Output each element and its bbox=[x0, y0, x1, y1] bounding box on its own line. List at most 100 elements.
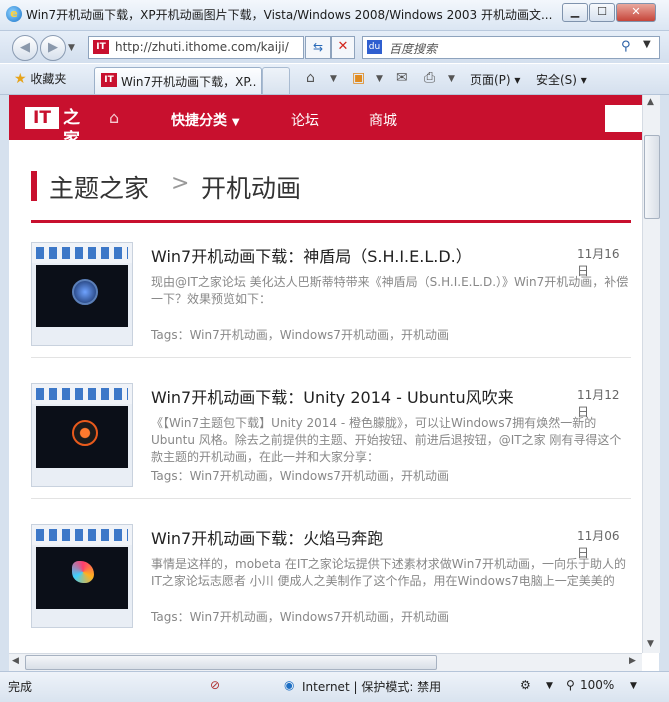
article-tags[interactable]: Tags：Win7开机动画，Windows7开机动画，开机动画 bbox=[151, 467, 449, 484]
browser-tab[interactable]: IT Win7开机动画下载，XP... bbox=[94, 67, 262, 94]
window-title: Win7开机动画下载，XP开机动画图片下载，Vista/Windows 2008… bbox=[26, 8, 553, 22]
article-item: Win7开机动画下载：火焰马奔跑 11月06日 事情是这样的，mobeta 在I… bbox=[31, 514, 631, 642]
chevron-down-icon[interactable]: ▼ bbox=[630, 681, 637, 691]
page-title: 开机动画 bbox=[201, 174, 302, 203]
minimize-button[interactable]: ▁ bbox=[562, 3, 588, 22]
scroll-down-icon[interactable]: ▼ bbox=[647, 639, 654, 649]
chevron-down-icon[interactable]: ▼ bbox=[330, 74, 337, 84]
article-excerpt: 《【Win7主题包下载】Unity 2014 - 橙色朦胧》，可以让Window… bbox=[151, 416, 622, 464]
header-divider bbox=[31, 220, 631, 223]
close-button[interactable]: ✕ bbox=[616, 3, 656, 22]
back-button[interactable]: ◀ bbox=[12, 35, 38, 61]
scroll-up-icon[interactable]: ▲ bbox=[647, 97, 654, 107]
tab-favicon-icon: IT bbox=[101, 73, 117, 87]
zoom-icon: ⚲ bbox=[566, 678, 575, 692]
vertical-scrollbar[interactable]: ▲ ▼ bbox=[642, 95, 660, 653]
popup-blocker-icon[interactable]: ⊘ bbox=[210, 678, 220, 692]
article-thumbnail[interactable] bbox=[31, 383, 133, 487]
scroll-right-icon[interactable]: ▶ bbox=[629, 656, 636, 666]
thumbnail-toolbar bbox=[32, 384, 132, 404]
chevron-down-icon[interactable]: ▼ bbox=[546, 681, 553, 691]
flame-horse-icon bbox=[72, 561, 94, 583]
print-icon[interactable]: ⎙ bbox=[424, 70, 435, 86]
breadcrumb-accent bbox=[31, 171, 37, 201]
article-thumbnail[interactable] bbox=[31, 524, 133, 628]
address-bar-row: ◀ ▶ ▼ IT http://zhuti.ithome.com/kaiji/ … bbox=[0, 31, 669, 63]
home-icon[interactable]: ⌂ bbox=[306, 70, 315, 86]
article-title[interactable]: Win7开机动画下载：Unity 2014 - Ubuntu风吹来 bbox=[151, 384, 514, 408]
window-frame-right bbox=[659, 95, 669, 671]
window-titlebar: e Win7开机动画下载，XP开机动画图片下载，Vista/Windows 20… bbox=[0, 0, 669, 31]
vertical-scroll-thumb[interactable] bbox=[644, 135, 660, 219]
article-thumbnail[interactable] bbox=[31, 242, 133, 346]
chevron-down-icon[interactable]: ▼ bbox=[643, 39, 651, 50]
search-icon[interactable]: ⚲ bbox=[621, 39, 631, 54]
star-icon: ★ bbox=[14, 71, 27, 87]
article-excerpt: 现由@IT之家论坛 美化达人巴斯蒂特带来《神盾局（S.H.I.E.L.D.）》W… bbox=[151, 275, 629, 306]
forward-button[interactable]: ▶ bbox=[40, 35, 66, 61]
favorites-button[interactable]: ★ 收藏夹 bbox=[14, 70, 66, 87]
status-text: 完成 bbox=[8, 680, 33, 694]
chevron-down-icon: ▼ bbox=[231, 117, 240, 128]
web-page-viewport: IT 之家 ⌂ 快捷分类 ▼ 论坛 商城 主题之家 > 开机动画 Win7开机动… bbox=[9, 95, 642, 652]
window-frame-left bbox=[0, 95, 9, 671]
article-item: Win7开机动画下载：神盾局（S.H.I.E.L.D.） 11月16日 现由@I… bbox=[31, 232, 631, 360]
thumbnail-toolbar bbox=[32, 243, 132, 263]
refresh-button[interactable]: ⇆ bbox=[305, 36, 331, 59]
article-divider bbox=[31, 357, 631, 358]
article-divider bbox=[31, 498, 631, 499]
horizontal-scroll-thumb[interactable] bbox=[25, 655, 437, 670]
url-input[interactable]: IT http://zhuti.ithome.com/kaiji/ bbox=[88, 36, 304, 59]
maximize-button[interactable]: ☐ bbox=[589, 3, 615, 22]
chevron-down-icon[interactable]: ▼ bbox=[376, 74, 383, 84]
favorites-label: 收藏夹 bbox=[30, 72, 67, 86]
article-tags[interactable]: Tags：Win7开机动画，Windows7开机动画，开机动画 bbox=[151, 608, 449, 625]
zoom-level[interactable]: 100% bbox=[580, 678, 614, 692]
home-icon[interactable]: ⌂ bbox=[109, 108, 119, 127]
stop-button[interactable]: ✕ bbox=[331, 36, 355, 59]
history-dropdown-icon[interactable]: ▼ bbox=[68, 43, 75, 53]
new-tab-button[interactable] bbox=[262, 67, 290, 94]
ubuntu-logo-icon bbox=[72, 420, 98, 446]
thumbnail-screen bbox=[36, 265, 128, 327]
logo-it: IT bbox=[25, 107, 59, 129]
globe-icon: ◉ bbox=[284, 678, 295, 692]
security-zone[interactable]: Internet | 保护模式: 禁用 bbox=[302, 678, 441, 695]
thumbnail-icons bbox=[36, 247, 128, 259]
rss-feed-icon[interactable]: ▣ bbox=[352, 70, 365, 86]
thumbnail-icons bbox=[36, 529, 128, 541]
search-input[interactable]: du 百度搜索 ⚲ ▼ bbox=[362, 36, 660, 59]
nav-forum[interactable]: 论坛 bbox=[291, 110, 319, 130]
command-bar: ★ 收藏夹 IT Win7开机动画下载，XP... ⌂ ▼ ▣ ▼ ✉ ⎙ ▼ … bbox=[0, 64, 669, 95]
safety-menu[interactable]: 安全(S) ▾ bbox=[536, 71, 587, 88]
ie-logo-icon: e bbox=[6, 6, 22, 22]
site-header: IT 之家 ⌂ 快捷分类 ▼ 论坛 商城 bbox=[9, 95, 642, 150]
breadcrumb-home[interactable]: 主题之家 bbox=[49, 169, 149, 205]
scroll-left-icon[interactable]: ◀ bbox=[12, 656, 19, 666]
breadcrumb-separator: > bbox=[171, 171, 190, 196]
article-title[interactable]: Win7开机动画下载：火焰马奔跑 bbox=[151, 525, 383, 549]
thumbnail-screen bbox=[36, 406, 128, 468]
nav-quick-category[interactable]: 快捷分类 ▼ bbox=[171, 110, 240, 130]
site-favicon-icon: IT bbox=[93, 40, 109, 54]
tab-label: Win7开机动画下载，XP... bbox=[121, 75, 257, 89]
article-title[interactable]: Win7开机动画下载：神盾局（S.H.I.E.L.D.） bbox=[151, 243, 472, 267]
thumbnail-toolbar bbox=[32, 525, 132, 545]
article-tags[interactable]: Tags：Win7开机动画，Windows7开机动画，开机动画 bbox=[151, 326, 449, 343]
nav-mall[interactable]: 商城 bbox=[369, 110, 397, 130]
horizontal-scrollbar[interactable]: ◀ ▶ bbox=[9, 653, 642, 671]
status-bar: 完成 ⊘ ◉ Internet | 保护模式: 禁用 ⚙ ▼ ⚲ 100% ▼ bbox=[0, 671, 669, 702]
article-item: Win7开机动画下载：Unity 2014 - Ubuntu风吹来 11月12日… bbox=[31, 373, 631, 501]
url-text: http://zhuti.ithome.com/kaiji/ bbox=[115, 40, 289, 54]
thumbnail-screen bbox=[36, 547, 128, 609]
page-menu[interactable]: 页面(P) ▾ bbox=[470, 71, 520, 88]
site-search-input[interactable] bbox=[605, 105, 642, 132]
thumbnail-icons bbox=[36, 388, 128, 400]
chevron-down-icon[interactable]: ▼ bbox=[448, 74, 455, 84]
search-placeholder: 百度搜索 bbox=[389, 42, 438, 56]
protected-mode-icon[interactable]: ⚙ bbox=[520, 678, 531, 692]
article-excerpt: 事情是这样的，mobeta 在IT之家论坛提供下述素材求做Win7开机动画，一向… bbox=[151, 557, 626, 588]
baidu-paw-icon: du bbox=[367, 40, 382, 54]
mail-icon[interactable]: ✉ bbox=[396, 70, 408, 86]
shield-logo-icon bbox=[72, 279, 98, 305]
